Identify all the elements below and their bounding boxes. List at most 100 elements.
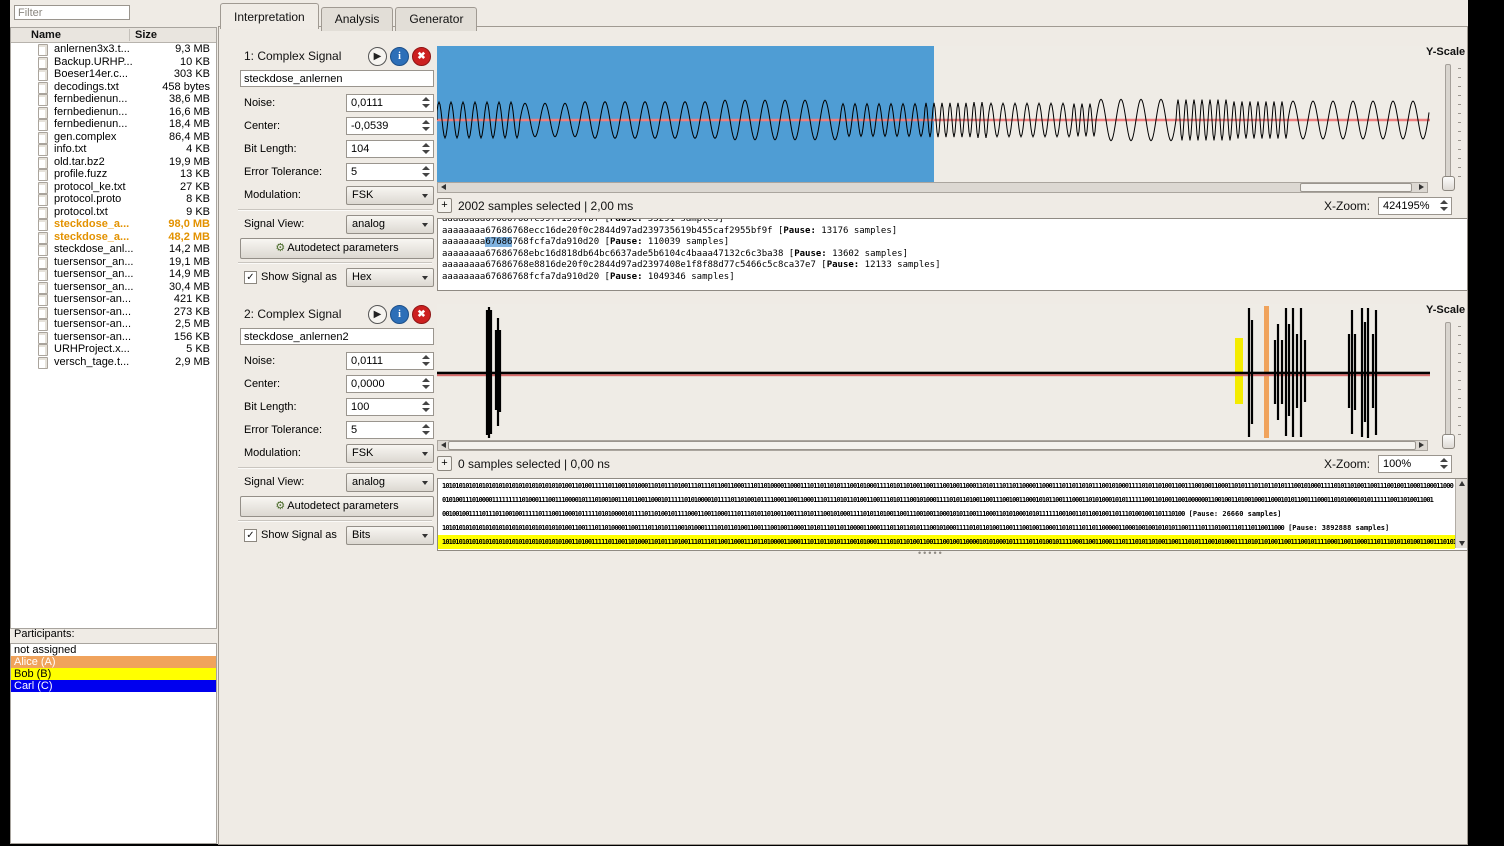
message-line[interactable]: 1010101010101010101010101010101010101001… <box>438 535 1467 549</box>
participant-item[interactable]: Carl (C) <box>11 680 216 692</box>
spin-arrows-icon[interactable] <box>1439 457 1449 470</box>
participant-item[interactable]: Bob (B) <box>11 668 216 680</box>
signal1-modulation-dropdown[interactable]: FSK <box>346 186 434 205</box>
file-row[interactable]: protocol_ke.txt 27 KB <box>11 181 216 194</box>
spin-arrows-icon[interactable] <box>421 354 431 367</box>
signal1-message-view[interactable]: aaaaaaaa67686768fc99ff1598fbf [Pause: 55… <box>437 218 1468 291</box>
spin-arrows-icon[interactable] <box>421 423 431 436</box>
message-line[interactable]: aaaaaaaa67686768fcfa7da910d20 [Pause: 11… <box>438 237 1467 249</box>
spin-arrows-icon[interactable] <box>421 96 431 109</box>
signal1-center-spinbox[interactable]: -0,0539 <box>346 117 434 135</box>
signal1-showsignal-dropdown[interactable]: Hex <box>346 268 434 287</box>
scroll-left-icon[interactable] <box>441 184 446 190</box>
signal2-name-input[interactable] <box>240 328 434 345</box>
participant-item[interactable]: Alice (A) <box>11 656 216 668</box>
signal1-noise-spinbox[interactable]: 0,0111 <box>346 94 434 112</box>
file-row[interactable]: info.txt 4 KB <box>11 143 216 156</box>
signal2-close-button[interactable]: ✖ <box>412 305 431 324</box>
file-row[interactable]: Backup.URHP... 10 KB <box>11 56 216 69</box>
signal1-autodetect-button[interactable]: ⚙ Autodetect parameters <box>240 238 434 259</box>
file-tree[interactable]: Name Size anlernen3x3.t... 9,3 MB Backup.U… <box>10 27 217 629</box>
signal1-signalview-dropdown[interactable]: analog <box>346 215 434 234</box>
signal1-zoom-in-button[interactable]: + <box>437 198 452 213</box>
file-row[interactable]: old.tar.bz2 19,9 MB <box>11 156 216 169</box>
message-line[interactable]: aaaaaaaa67686768fcfa7da910d20 [Pause: 10… <box>438 272 1467 284</box>
spin-arrows-icon[interactable] <box>1439 199 1449 212</box>
file-row[interactable]: steckdose_anl... 14,2 MB <box>11 243 216 256</box>
file-row[interactable]: decodings.txt 458 bytes <box>11 81 216 94</box>
spin-arrows-icon[interactable] <box>421 377 431 390</box>
file-row[interactable]: versch_tage.t... 2,9 MB <box>11 356 216 369</box>
signal1-hscrollbar[interactable] <box>437 182 1428 193</box>
spin-arrows-icon[interactable] <box>421 400 431 413</box>
file-row[interactable]: tuersensor_an... 14,9 MB <box>11 268 216 281</box>
signal1-errortolerance-spinbox[interactable]: 5 <box>346 163 434 181</box>
signal2-bitlength-spinbox[interactable]: 100 <box>346 398 434 416</box>
file-row[interactable]: fernbedienun... 18,4 MB <box>11 118 216 131</box>
signal1-name-input[interactable] <box>240 70 434 87</box>
splitter-handle[interactable]: ••••• <box>918 548 944 558</box>
signal2-zoom-in-button[interactable]: + <box>437 456 452 471</box>
signal2-noise-spinbox[interactable]: 0,0111 <box>346 352 434 370</box>
signal2-showsignal-checkbox[interactable]: ✓ <box>244 529 257 542</box>
spin-arrows-icon[interactable] <box>421 119 431 132</box>
signal2-yscale-handle[interactable] <box>1442 434 1455 449</box>
scroll-up-icon[interactable] <box>1458 481 1465 486</box>
file-row[interactable]: Boeser14er.c... 303 KB <box>11 68 216 81</box>
file-row[interactable]: fernbedienun... 38,6 MB <box>11 93 216 106</box>
signal2-play-button[interactable]: ▶ <box>368 305 387 324</box>
signal1-showsignal-checkbox[interactable]: ✓ <box>244 271 257 284</box>
signal1-xzoom-spinbox[interactable]: 424195% <box>1378 197 1452 215</box>
signal2-center-spinbox[interactable]: 0,0000 <box>346 375 434 393</box>
tab-analysis[interactable]: Analysis <box>320 7 394 31</box>
signal2-yscale-slider[interactable] <box>1445 322 1451 446</box>
file-row[interactable]: tuersensor-an... 156 KB <box>11 331 216 344</box>
file-row[interactable]: tuersensor_an... 19,1 MB <box>11 256 216 269</box>
message-line[interactable]: aaaaaaaa67686768fc99ff1598fbf [Pause: 55… <box>438 219 1467 226</box>
filter-input[interactable] <box>14 5 130 20</box>
tab-interpretation[interactable]: Interpretation <box>220 3 319 29</box>
file-row[interactable]: tuersensor-an... 2,5 MB <box>11 318 216 331</box>
signal1-info-button[interactable]: i <box>390 47 409 66</box>
signal1-close-button[interactable]: ✖ <box>412 47 431 66</box>
file-row[interactable]: profile.fuzz 13 KB <box>11 168 216 181</box>
tab-generator[interactable]: Generator <box>395 7 478 31</box>
participant-item[interactable]: not assigned <box>11 644 216 656</box>
spin-arrows-icon[interactable] <box>421 142 431 155</box>
size-column-header[interactable]: Size <box>135 29 157 41</box>
file-row[interactable]: tuersensor-an... 273 KB <box>11 306 216 319</box>
signal2-autodetect-button[interactable]: ⚙ Autodetect parameters <box>240 496 434 517</box>
file-row[interactable]: gen.complex 86,4 MB <box>11 131 216 144</box>
signal1-yscale-slider[interactable] <box>1445 64 1451 188</box>
message-line[interactable]: aaaaaaaa67686768e8816de20f0c2844d97ad239… <box>438 260 1467 272</box>
signal2-message-view[interactable]: 1010101010101010101010101010101010101001… <box>437 478 1468 551</box>
signal2-waveform[interactable] <box>437 304 1430 440</box>
file-tree-header[interactable]: Name Size <box>11 28 216 43</box>
spin-arrows-icon[interactable] <box>421 165 431 178</box>
file-row[interactable]: fernbedienun... 16,6 MB <box>11 106 216 119</box>
signal1-hscroll-thumb[interactable] <box>1300 183 1412 192</box>
file-row[interactable]: URHProject.x... 5 KB <box>11 343 216 356</box>
signal2-errortolerance-spinbox[interactable]: 5 <box>346 421 434 439</box>
signal1-waveform[interactable] <box>437 46 1430 182</box>
participants-list[interactable]: not assigned Alice (A) Bob (B) Carl (C) <box>10 643 217 844</box>
file-row[interactable]: protocol.proto 8 KB <box>11 193 216 206</box>
signal2-hscrollbar[interactable] <box>437 440 1428 451</box>
signal1-bitlength-spinbox[interactable]: 104 <box>346 140 434 158</box>
file-row[interactable]: tuersensor-an... 421 KB <box>11 293 216 306</box>
signal1-yscale-handle[interactable] <box>1442 176 1455 191</box>
message-line[interactable]: aaaaaaaa67686768ebc16d818db64bc6637ade5b… <box>438 249 1467 261</box>
file-row[interactable]: tuersensor_an... 30,4 MB <box>11 281 216 294</box>
signal2-message-vscrollbar[interactable] <box>1455 479 1467 548</box>
message-line[interactable]: 1010101010101010101010101010101010101001… <box>438 479 1455 493</box>
file-row[interactable]: protocol.txt 9 KB <box>11 206 216 219</box>
message-line[interactable]: 1010101010101010101010101010101010101001… <box>438 521 1455 535</box>
scroll-down-icon[interactable] <box>1458 541 1465 546</box>
message-line[interactable]: 0010010011110111011001001111101110011000… <box>438 507 1455 521</box>
message-line[interactable]: 0101001110100001111111110100011100111000… <box>438 493 1455 507</box>
scroll-right-icon[interactable] <box>1419 442 1424 448</box>
scroll-right-icon[interactable] <box>1419 184 1424 190</box>
signal2-hscroll-thumb[interactable] <box>448 441 1416 450</box>
scroll-left-icon[interactable] <box>441 442 446 448</box>
signal2-xzoom-spinbox[interactable]: 100% <box>1378 455 1452 473</box>
